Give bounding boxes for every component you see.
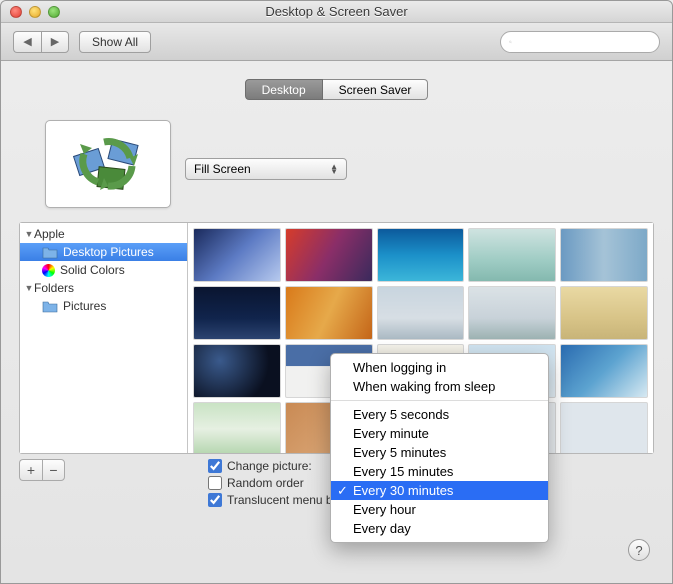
menu-item[interactable]: Every 5 seconds xyxy=(331,405,548,424)
updown-icon: ▲▼ xyxy=(330,164,338,174)
translucent-label: Translucent menu bar xyxy=(227,493,343,507)
sidebar-item[interactable]: Desktop Pictures xyxy=(20,243,187,261)
forward-button[interactable]: ▶ xyxy=(41,31,69,53)
sidebar-item-label: Solid Colors xyxy=(60,263,125,277)
folder-icon xyxy=(42,246,58,259)
sidebar-group[interactable]: ▼Apple xyxy=(20,225,187,243)
wallpaper-thumb[interactable] xyxy=(377,286,465,340)
prefs-window: Desktop & Screen Saver ◀ ▶ Show All Desk… xyxy=(0,0,673,584)
colorwheel-icon xyxy=(42,264,55,277)
folder-icon xyxy=(42,300,58,313)
random-order-checkbox[interactable] xyxy=(208,476,222,490)
wallpaper-preview xyxy=(45,120,171,208)
menu-item[interactable]: Every minute xyxy=(331,424,548,443)
random-order-row[interactable]: Random order xyxy=(208,476,343,490)
wallpaper-thumb[interactable] xyxy=(193,344,281,398)
add-remove-segment: + − xyxy=(19,459,65,481)
source-sidebar: ▼AppleDesktop PicturesSolid Colors▼Folde… xyxy=(20,223,188,453)
sidebar-group-label: Apple xyxy=(34,227,65,241)
back-button[interactable]: ◀ xyxy=(13,31,41,53)
sidebar-item-label: Pictures xyxy=(63,299,106,313)
options: Change picture: Random order Translucent… xyxy=(208,459,343,507)
sidebar-group[interactable]: ▼Folders xyxy=(20,279,187,297)
toolbar: ◀ ▶ Show All xyxy=(1,23,672,61)
change-picture-checkbox[interactable] xyxy=(208,459,222,473)
wallpaper-thumb[interactable] xyxy=(193,228,281,282)
menu-item[interactable]: Every day xyxy=(331,519,548,538)
recycle-icon xyxy=(68,132,148,196)
menu-item[interactable]: When logging in xyxy=(331,358,548,377)
search-field[interactable] xyxy=(500,31,660,53)
tab-desktop[interactable]: Desktop xyxy=(245,79,323,100)
wallpaper-thumb[interactable] xyxy=(560,286,648,340)
tab-bar: Desktop Screen Saver xyxy=(19,79,654,100)
wallpaper-thumb[interactable] xyxy=(560,402,648,453)
fit-mode-select[interactable]: Fill Screen ▲▼ xyxy=(185,158,347,180)
nav-segment: ◀ ▶ xyxy=(13,31,69,53)
show-all-button[interactable]: Show All xyxy=(79,31,151,53)
zoom-icon[interactable] xyxy=(48,6,60,18)
sidebar-item-label: Desktop Pictures xyxy=(63,245,154,259)
wallpaper-thumb[interactable] xyxy=(560,228,648,282)
fit-mode-label: Fill Screen xyxy=(194,162,251,176)
wallpaper-thumb[interactable] xyxy=(468,228,556,282)
translucent-checkbox[interactable] xyxy=(208,493,222,507)
add-button[interactable]: + xyxy=(19,459,42,481)
change-picture-label: Change picture: xyxy=(227,459,312,473)
translucent-row[interactable]: Translucent menu bar xyxy=(208,493,343,507)
window-title: Desktop & Screen Saver xyxy=(1,4,672,19)
sidebar-item[interactable]: Pictures xyxy=(20,297,187,315)
menu-item[interactable]: Every 5 minutes xyxy=(331,443,548,462)
remove-button[interactable]: − xyxy=(42,459,65,481)
wallpaper-thumb[interactable] xyxy=(193,402,281,453)
interval-menu: When logging inWhen waking from sleep Eve… xyxy=(330,353,549,543)
titlebar: Desktop & Screen Saver xyxy=(1,1,672,23)
wallpaper-thumb[interactable] xyxy=(285,228,373,282)
disclosure-icon: ▼ xyxy=(24,283,34,293)
menu-item[interactable]: When waking from sleep xyxy=(331,377,548,396)
search-icon xyxy=(509,36,512,48)
menu-item[interactable]: Every 15 minutes xyxy=(331,462,548,481)
random-order-label: Random order xyxy=(227,476,304,490)
top-section: Fill Screen ▲▼ xyxy=(19,120,654,208)
search-input[interactable] xyxy=(517,35,651,49)
menu-item[interactable]: Every hour xyxy=(331,500,548,519)
wallpaper-thumb[interactable] xyxy=(377,228,465,282)
sidebar-item[interactable]: Solid Colors xyxy=(20,261,187,279)
traffic-lights xyxy=(1,6,60,18)
close-icon[interactable] xyxy=(10,6,22,18)
tab-screensaver[interactable]: Screen Saver xyxy=(323,79,429,100)
menu-item[interactable]: Every 30 minutes xyxy=(331,481,548,500)
change-picture-row[interactable]: Change picture: xyxy=(208,459,343,473)
sidebar-group-label: Folders xyxy=(34,281,74,295)
minimize-icon[interactable] xyxy=(29,6,41,18)
wallpaper-thumb[interactable] xyxy=(468,286,556,340)
wallpaper-thumb[interactable] xyxy=(560,344,648,398)
help-button[interactable]: ? xyxy=(628,539,650,561)
wallpaper-thumb[interactable] xyxy=(193,286,281,340)
disclosure-icon: ▼ xyxy=(24,229,34,239)
wallpaper-thumb[interactable] xyxy=(285,286,373,340)
